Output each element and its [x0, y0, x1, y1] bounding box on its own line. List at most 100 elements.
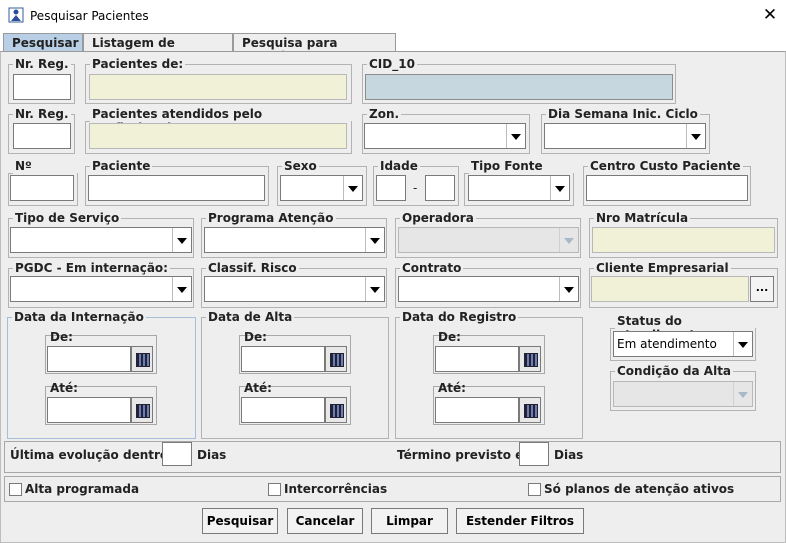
- calendar-icon[interactable]: [325, 346, 347, 372]
- data-registro-de-label: De:: [438, 330, 461, 344]
- data-internacao-ate-input[interactable]: [47, 397, 131, 423]
- programa-atencao-select[interactable]: [204, 227, 385, 253]
- tab-pesquisar[interactable]: Pesquisar: [3, 33, 83, 52]
- data-alta-de-label: De:: [244, 330, 267, 344]
- tab-pesquisa-relatorios[interactable]: Pesquisa para Relatórios: [233, 33, 396, 64]
- centro-custo-label: Centro Custo Paciente: [590, 159, 741, 173]
- classif-risco-label: Classif. Risco: [208, 261, 297, 275]
- tab-listagem-pacientes[interactable]: Listagem de Pacientes: [83, 33, 233, 64]
- chevron-down-icon[interactable]: [686, 124, 705, 148]
- data-alta-ate-label: Até:: [244, 381, 272, 395]
- idade-max-input[interactable]: [425, 175, 455, 201]
- sexo-select[interactable]: [280, 175, 363, 201]
- n-pront-input[interactable]: [10, 175, 74, 201]
- dia-semana-label: Dia Semana Inic. Ciclo: [548, 107, 698, 121]
- app-icon: [8, 7, 24, 23]
- data-alta-ate-input[interactable]: [241, 397, 325, 423]
- data-internacao-de-input[interactable]: [47, 346, 131, 372]
- calendar-icon[interactable]: [519, 397, 541, 423]
- tipo-servico-label: Tipo de Serviço: [15, 211, 120, 225]
- contrato-label: Contrato: [402, 261, 462, 275]
- nr-reg-label: Nr. Reg.: [15, 57, 69, 71]
- estender-filtros-button[interactable]: Estender Filtros: [456, 508, 584, 534]
- chevron-down-icon[interactable]: [550, 176, 569, 200]
- condicao-alta-label: Condição da Alta: [617, 364, 732, 378]
- idade-label: Idade: [380, 159, 418, 173]
- cliente-empresarial-button[interactable]: ...: [750, 276, 774, 302]
- data-internacao-ate-label: Até:: [50, 381, 78, 395]
- termino-previsto-label: Término previsto em: [397, 448, 536, 462]
- calendar-icon[interactable]: [325, 397, 347, 423]
- chevron-down-icon[interactable]: [172, 277, 191, 301]
- paciente-label: Paciente: [92, 159, 151, 173]
- chevron-down-icon: [733, 382, 752, 406]
- data-internacao-label: Data da Internação: [14, 310, 144, 324]
- idade-separator: -: [413, 181, 418, 195]
- sexo-label: Sexo: [284, 159, 317, 173]
- dia-semana-select[interactable]: [544, 123, 706, 149]
- cancelar-button[interactable]: Cancelar: [287, 508, 363, 534]
- alta-programada-label: Alta programada: [25, 482, 140, 496]
- chevron-down-icon[interactable]: [343, 176, 362, 200]
- planos-ativos-checkbox[interactable]: [528, 483, 541, 496]
- cid10-label: CID_10: [369, 57, 415, 71]
- zon-select[interactable]: [364, 123, 526, 149]
- status-atendimento-value: Em atendimento: [617, 337, 717, 351]
- centro-custo-input[interactable]: [586, 175, 748, 201]
- chevron-down-icon[interactable]: [365, 277, 384, 301]
- planos-ativos-label: Só planos de atenção ativos: [544, 482, 735, 496]
- pgdc-select[interactable]: [10, 276, 192, 302]
- ultima-evolucao-input[interactable]: [162, 442, 192, 466]
- calendar-icon[interactable]: [519, 346, 541, 372]
- ultima-evolucao-unit: Dias: [197, 448, 227, 462]
- idade-min-input[interactable]: [376, 175, 406, 201]
- intercorrencias-checkbox[interactable]: [268, 483, 281, 496]
- status-atendimento-select[interactable]: Em atendimento: [613, 331, 753, 357]
- operadora-select: [398, 227, 579, 253]
- pesquisar-button[interactable]: Pesquisar: [202, 508, 278, 534]
- calendar-icon[interactable]: [131, 346, 153, 372]
- chevron-down-icon[interactable]: [733, 332, 752, 356]
- close-icon[interactable]: ✕: [760, 4, 780, 26]
- data-registro-ate-input[interactable]: [435, 397, 519, 423]
- condicao-alta-select: [613, 381, 753, 407]
- cliente-empresarial-field[interactable]: [591, 276, 749, 302]
- data-registro-label: Data do Registro: [402, 310, 517, 324]
- tipo-servico-select[interactable]: [10, 227, 192, 253]
- paciente-input[interactable]: [88, 175, 265, 201]
- pacientes-de-label: Pacientes de:: [92, 57, 184, 71]
- nr-reg-input[interactable]: [13, 74, 71, 100]
- contrato-select[interactable]: [398, 276, 579, 302]
- nr-reg-2-input[interactable]: [13, 123, 71, 149]
- data-registro-de-input[interactable]: [435, 346, 519, 372]
- termino-previsto-input[interactable]: [519, 442, 549, 466]
- programa-atencao-label: Programa Atenção: [208, 211, 334, 225]
- nr-reg-2-label: Nr. Reg.: [15, 107, 69, 121]
- limpar-button[interactable]: Limpar: [371, 508, 448, 534]
- data-registro-ate-label: Até:: [438, 381, 466, 395]
- chevron-down-icon[interactable]: [172, 228, 191, 252]
- chevron-down-icon[interactable]: [559, 277, 578, 301]
- pacientes-de-field[interactable]: [89, 74, 347, 100]
- cliente-empresarial-label: Cliente Empresarial: [596, 261, 729, 275]
- chevron-down-icon[interactable]: [365, 228, 384, 252]
- cid10-field[interactable]: [365, 74, 673, 100]
- data-alta-de-input[interactable]: [241, 346, 325, 372]
- pgdc-label: PGDC - Em internação:: [15, 261, 168, 275]
- alta-programada-checkbox[interactable]: [9, 483, 22, 496]
- pacientes-profissional-field[interactable]: [89, 123, 347, 149]
- nro-matricula-label: Nro Matrícula: [596, 211, 689, 225]
- operadora-label: Operadora: [402, 211, 474, 225]
- data-alta-label: Data de Alta: [208, 310, 293, 324]
- calendar-icon[interactable]: [131, 397, 153, 423]
- window-title: Pesquisar Pacientes: [30, 9, 149, 23]
- chevron-down-icon: [559, 228, 578, 252]
- classif-risco-select[interactable]: [204, 276, 385, 302]
- termino-previsto-unit: Dias: [554, 448, 584, 462]
- tipo-fonte-select[interactable]: [468, 175, 570, 201]
- intercorrencias-label: Intercorrências: [284, 482, 388, 496]
- zon-label: Zon.: [369, 107, 400, 121]
- data-internacao-de-label: De:: [50, 330, 73, 344]
- nro-matricula-field[interactable]: [592, 227, 775, 253]
- chevron-down-icon[interactable]: [506, 124, 525, 148]
